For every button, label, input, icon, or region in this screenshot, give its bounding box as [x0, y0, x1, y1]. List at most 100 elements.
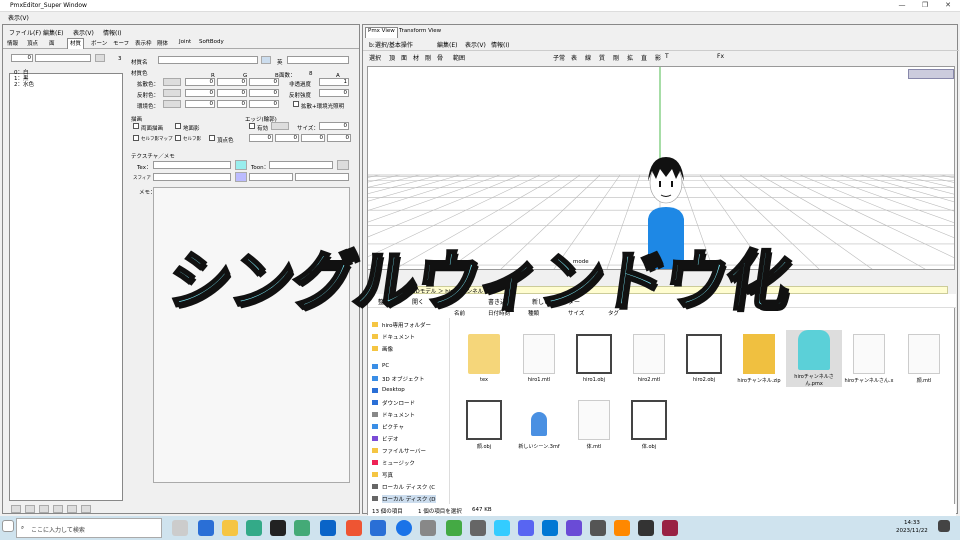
menu-info[interactable]: 情報(I) [103, 28, 121, 37]
menu-edit[interactable]: 編集(E) [437, 40, 457, 49]
tab-transform-view[interactable]: Transform View [397, 28, 443, 34]
toolbar-text[interactable]: T [665, 53, 669, 60]
nav-item[interactable]: 画像 [382, 345, 393, 353]
toolbar-child[interactable]: 子常 [553, 53, 565, 62]
visual-studio-icon[interactable] [566, 520, 582, 536]
file-item[interactable]: hiro2.obj [676, 334, 732, 383]
menu-file[interactable]: ファイル(F) [9, 28, 41, 37]
list-item[interactable]: 2：水色 [14, 80, 34, 88]
nav-item[interactable]: ピクチャ [382, 423, 404, 431]
notification-icon[interactable] [938, 520, 950, 532]
sphere-submode-select[interactable] [295, 173, 349, 181]
ambient-g[interactable]: 0 [217, 100, 247, 108]
sphere-input[interactable] [153, 173, 231, 181]
nav-item[interactable]: ローカル ディスク (C [382, 483, 435, 491]
alpha-input[interactable]: 1 [319, 78, 349, 86]
app-icon[interactable] [294, 520, 310, 536]
menu-view[interactable]: 表示(V) [465, 40, 486, 49]
nav-item[interactable]: PC [382, 363, 389, 369]
sort-bottom-button[interactable] [53, 505, 63, 513]
vscode-icon[interactable] [542, 520, 558, 536]
nav-item[interactable]: ミュージック [382, 459, 415, 467]
toolbar-rigid[interactable]: 剛 [425, 53, 431, 62]
ambient-mode-checkbox[interactable] [293, 101, 299, 107]
edge-size-input[interactable]: 0 [319, 122, 349, 130]
nav-item[interactable]: Desktop [382, 387, 405, 393]
file-item[interactable]: hiroチャンネル.zip [731, 334, 787, 384]
material-english-input[interactable] [287, 56, 349, 64]
specular-b[interactable]: 0 [249, 89, 279, 97]
toolbar-bone[interactable]: 骨 [437, 53, 443, 62]
delete-button[interactable] [81, 505, 91, 513]
menu-view[interactable]: 表示(V) [8, 13, 29, 22]
edge-color-swatch[interactable] [271, 122, 289, 130]
nav-item[interactable]: ローカル ディスク (D [382, 495, 436, 503]
edge-g[interactable]: 0 [275, 134, 299, 142]
tab-pmx-view[interactable]: Pmx View [365, 27, 398, 38]
nav-item[interactable]: ドキュメント [382, 333, 415, 341]
add-button[interactable] [67, 505, 77, 513]
diffuse-g[interactable]: 0 [217, 78, 247, 86]
app-icon[interactable] [270, 520, 286, 536]
app-icon[interactable] [370, 520, 386, 536]
toolbar-shadow[interactable]: 影 [655, 53, 661, 62]
tab-material[interactable]: 材質 [67, 38, 85, 49]
nav-item[interactable]: ドキュメント [382, 411, 415, 419]
app-icon[interactable] [590, 520, 606, 536]
app-icon[interactable] [246, 520, 262, 536]
diffuse-b[interactable]: 0 [249, 78, 279, 86]
diffuse-r[interactable]: 0 [185, 78, 215, 86]
menu-edit[interactable]: 編集(E) [43, 28, 63, 37]
toon-input[interactable] [269, 161, 333, 169]
material-name-input[interactable] [158, 56, 258, 64]
app-icon[interactable] [346, 520, 362, 536]
toolbar-direct[interactable]: 直 [641, 53, 647, 62]
self-map-checkbox[interactable] [133, 135, 139, 141]
sphere-mode-select[interactable] [249, 173, 293, 181]
clock-time[interactable]: 14:33 [904, 520, 920, 526]
task-view-icon[interactable] [172, 520, 188, 536]
nav-item[interactable]: ビデオ [382, 435, 399, 443]
material-search-input[interactable] [35, 54, 91, 62]
view-navigation-icons[interactable] [908, 69, 954, 79]
specular-power-input[interactable]: 0 [319, 89, 349, 97]
edge-r[interactable]: 0 [249, 134, 273, 142]
toolbar-expand[interactable]: 拡 [627, 53, 633, 62]
tab-info[interactable]: 情報 [5, 39, 20, 47]
ground-shadow-checkbox[interactable] [175, 123, 181, 129]
app-icon[interactable] [470, 520, 486, 536]
outlook-icon[interactable] [320, 520, 336, 536]
tab-display-frame[interactable]: 表示枠 [133, 39, 154, 47]
toolbar-quality[interactable]: 質 [599, 53, 605, 62]
toolbar-display[interactable]: 表 [571, 53, 577, 62]
nav-item[interactable]: ダウンロード [382, 399, 415, 407]
tab-face[interactable]: 面 [47, 39, 57, 47]
file-item[interactable]: hiroチャンネルさん.x [841, 334, 897, 384]
material-list[interactable]: 0：白 1：黒 2：水色 [9, 70, 123, 501]
toolbar-material[interactable]: 材 [413, 53, 419, 62]
ambient-swatch[interactable] [163, 100, 181, 108]
nav-item[interactable]: 3D オブジェクト [382, 375, 424, 383]
tab-morph[interactable]: モーフ [111, 39, 131, 47]
file-item[interactable]: 体.obj [621, 400, 677, 450]
tab-bone[interactable]: ボーン [89, 39, 109, 47]
edge-b[interactable]: 0 [301, 134, 325, 142]
toolbar-rigid2[interactable]: 剛 [613, 53, 619, 62]
app-icon[interactable] [198, 520, 214, 536]
search-button[interactable] [95, 54, 105, 62]
minimize-button[interactable]: — [895, 1, 909, 11]
edge-a[interactable]: 0 [327, 134, 351, 142]
ambient-b[interactable]: 0 [249, 100, 279, 108]
app-icon[interactable] [446, 520, 462, 536]
self-shadow-checkbox[interactable] [175, 135, 181, 141]
file-explorer-icon[interactable] [222, 520, 238, 536]
start-icon[interactable] [2, 520, 14, 532]
sort-top-button[interactable] [11, 505, 21, 513]
edge-enabled-checkbox[interactable] [249, 123, 255, 129]
move-up-button[interactable] [25, 505, 35, 513]
maximize-button[interactable]: ❐ [918, 1, 932, 11]
vertex-color-checkbox[interactable] [209, 135, 215, 141]
close-button[interactable]: ✕ [941, 1, 955, 11]
toolbar-range[interactable]: 範囲 [453, 53, 465, 62]
discord-icon[interactable] [518, 520, 534, 536]
